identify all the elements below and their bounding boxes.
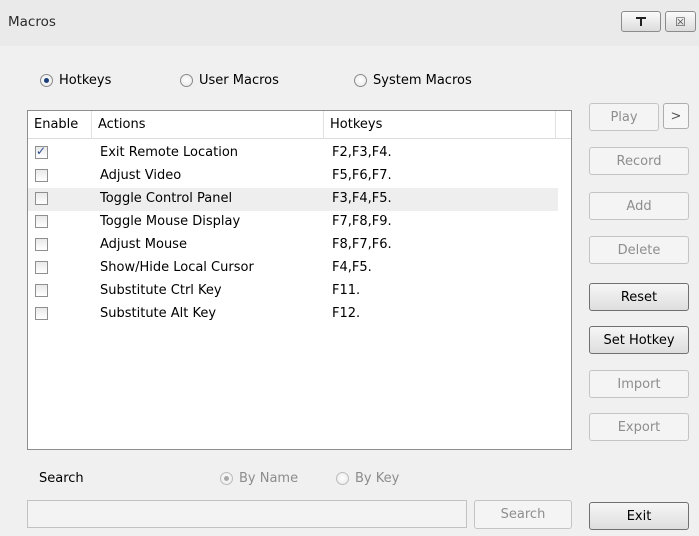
table-header: Enable Actions Hotkeys: [28, 111, 571, 139]
hotkey-cell: F8,F7,F6.: [332, 237, 392, 252]
table-row[interactable]: Adjust Mouse F8,F7,F6.: [28, 234, 571, 257]
hotkeys-table: Enable Actions Hotkeys Exit Remote Locat…: [27, 110, 572, 450]
window-title: Macros: [8, 14, 56, 30]
radio-user-macros[interactable]: User Macros: [180, 73, 279, 88]
action-cell: Show/Hide Local Cursor: [100, 260, 254, 275]
radio-label: System Macros: [373, 73, 472, 88]
record-button[interactable]: Record: [589, 147, 689, 175]
table-row[interactable]: Substitute Ctrl Key F11.: [28, 280, 571, 303]
hotkey-cell: F4,F5.: [332, 260, 372, 275]
radio-by-name[interactable]: By Name: [220, 471, 298, 486]
action-cell: Toggle Control Panel: [100, 191, 233, 206]
add-button[interactable]: Add: [589, 192, 689, 220]
column-header-actions[interactable]: Actions: [92, 111, 324, 138]
search-button[interactable]: Search: [474, 500, 572, 529]
search-input[interactable]: [27, 500, 467, 528]
enable-checkbox[interactable]: [35, 144, 48, 159]
table-row[interactable]: Toggle Control Panel F3,F4,F5.: [28, 188, 558, 211]
exit-button[interactable]: Exit: [589, 502, 689, 530]
import-button[interactable]: Import: [589, 370, 689, 398]
radio-system-macros[interactable]: System Macros: [354, 73, 472, 88]
hotkey-cell: F3,F4,F5.: [332, 191, 392, 206]
enable-checkbox[interactable]: [35, 238, 48, 251]
hotkey-cell: F5,F6,F7.: [332, 168, 392, 183]
radio-label: User Macros: [199, 73, 279, 88]
table-row[interactable]: Toggle Mouse Display F7,F8,F9.: [28, 211, 571, 234]
enable-checkbox[interactable]: [35, 192, 48, 205]
enable-checkbox[interactable]: [35, 169, 48, 182]
enable-checkbox[interactable]: [35, 261, 48, 274]
table-row[interactable]: Exit Remote Location F2,F3,F4.: [28, 142, 571, 165]
action-cell: Substitute Alt Key: [100, 306, 217, 321]
enable-checkbox[interactable]: [35, 284, 48, 297]
hotkey-cell: F11.: [332, 283, 361, 298]
close-button[interactable]: ☒: [665, 11, 696, 32]
column-header-enable[interactable]: Enable: [28, 111, 92, 138]
radio-dot[interactable]: [336, 472, 349, 485]
play-options-button[interactable]: >: [663, 103, 689, 129]
radio-dot[interactable]: [354, 74, 367, 87]
mode-selector: Hotkeys User Macros System Macros: [0, 73, 600, 93]
hotkey-cell: F2,F3,F4.: [332, 145, 392, 160]
table-row[interactable]: Substitute Alt Key F12.: [28, 303, 571, 326]
radio-label: By Name: [239, 471, 299, 486]
action-cell: Adjust Mouse: [100, 237, 187, 252]
pin-icon: [636, 17, 646, 26]
radio-dot[interactable]: [220, 472, 233, 485]
delete-button[interactable]: Delete: [589, 236, 689, 264]
radio-hotkeys[interactable]: Hotkeys: [40, 73, 111, 88]
radio-label: Hotkeys: [59, 73, 112, 88]
reset-button[interactable]: Reset: [589, 283, 689, 311]
enable-checkbox[interactable]: [35, 307, 48, 320]
radio-label: By Key: [355, 471, 400, 486]
export-button[interactable]: Export: [589, 413, 689, 441]
title-bar: Macros ☒: [0, 0, 699, 46]
radio-dot[interactable]: [40, 74, 53, 87]
radio-by-key[interactable]: By Key: [336, 471, 399, 486]
hotkey-cell: F7,F8,F9.: [332, 214, 392, 229]
play-button[interactable]: Play: [589, 103, 659, 131]
close-icon: ☒: [675, 14, 686, 29]
action-cell: Substitute Ctrl Key: [100, 283, 222, 298]
action-cell: Exit Remote Location: [100, 145, 239, 160]
hotkey-cell: F12.: [332, 306, 361, 321]
table-row[interactable]: Adjust Video F5,F6,F7.: [28, 165, 571, 188]
table-row[interactable]: Show/Hide Local Cursor F4,F5.: [28, 257, 571, 280]
enable-checkbox[interactable]: [35, 215, 48, 228]
column-header-hotkeys[interactable]: Hotkeys: [324, 111, 556, 138]
pin-button[interactable]: [621, 11, 661, 32]
action-cell: Toggle Mouse Display: [100, 214, 241, 229]
search-label: Search: [39, 471, 84, 486]
action-cell: Adjust Video: [100, 168, 182, 183]
radio-dot[interactable]: [180, 74, 193, 87]
set-hotkey-button[interactable]: Set Hotkey: [589, 326, 689, 354]
